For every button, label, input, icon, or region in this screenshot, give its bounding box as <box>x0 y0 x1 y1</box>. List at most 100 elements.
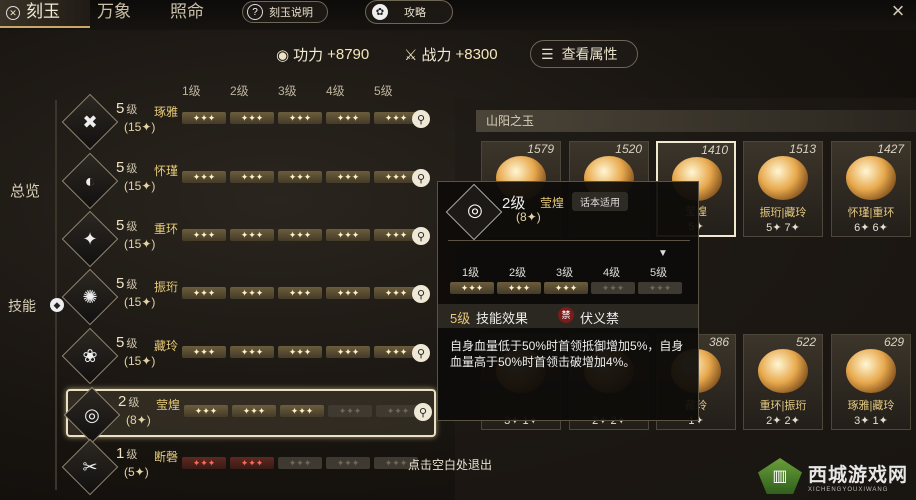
level-segment: ✦✦✦ <box>230 112 274 124</box>
level-segment: ✦✦✦ <box>182 171 226 183</box>
view-attributes-button[interactable]: ☰ 查看属性 <box>530 40 638 68</box>
skill-gem: ◎ <box>63 386 121 444</box>
level-segment: ✦✦✦ <box>326 229 370 241</box>
level-segment: ✦✦✦ <box>326 346 370 358</box>
gear-icon[interactable]: ✕ <box>6 6 20 20</box>
skill-icon: ✺ <box>82 286 98 307</box>
section-title: 山阳之玉 <box>476 110 916 132</box>
skill-level: 2级 <box>118 393 140 410</box>
skill-name: 振珩 <box>154 280 179 294</box>
help-button[interactable]: ? 刻玉说明 <box>242 1 328 23</box>
jade-power: 1513 <box>789 142 816 156</box>
search-icon[interactable]: ⚲ <box>412 285 430 303</box>
level-segment: ✦✦✦ <box>184 405 228 417</box>
jade-card[interactable]: 522 重环|振珩 2✦ 2✦ <box>743 334 823 430</box>
jade-orb <box>846 156 896 200</box>
popup-count: (8✦) <box>516 210 541 224</box>
top-bar <box>0 0 916 30</box>
close-button[interactable]: × <box>888 0 908 22</box>
jade-skill-count: 5✦ 7✦ <box>766 222 800 234</box>
skill-count: (15✦) <box>124 237 156 251</box>
effect-description: 自身血量低于50%时首领抵御增加5%，自身血量高于50%时首领击破增加4%。 <box>450 339 684 369</box>
skill-icon: ◐ <box>84 170 96 191</box>
skill-icon: ❀ <box>82 345 98 366</box>
popup-tag: 话本适用 <box>572 192 628 211</box>
skill-count: (15✦) <box>124 179 156 193</box>
list-icon: ☰ <box>541 45 554 62</box>
zhanli-icon: ⚔ <box>404 46 418 64</box>
level-segment: ✦✦✦ <box>182 229 226 241</box>
skill-row[interactable]: ✺ 5 级振珩 (15✦) ✦✦✦ ✦✦✦ ✦✦✦ ✦✦✦ ✦✦✦ ⚲ <box>61 268 436 326</box>
watermark-logo: ▥ <box>757 458 802 494</box>
skill-gem: ✂ <box>61 438 119 496</box>
jade-power: 1410 <box>701 143 728 157</box>
skill-row[interactable]: ✂ 1 级断磬 (5✦) ✦✦✦ ✦✦✦ ✦✦✦ ✦✦✦ ✦✦✦ <box>61 438 436 496</box>
gongli-icon: ◉ <box>276 46 290 64</box>
tab-keyu[interactable]: 刻玉 <box>26 0 60 26</box>
level-header: 1级 2级 3级 4级 5级 <box>0 82 440 98</box>
tab-zhaoming[interactable]: 照命 <box>170 0 204 26</box>
level-segment: ✦✦✦ <box>278 346 322 358</box>
jade-orb <box>846 349 896 393</box>
skill-popup[interactable]: ◎ 2级 莹煌 话本适用 (8✦) ▼ 5级 技能效果 禁 伏义禁 自身血量低于… <box>437 181 699 421</box>
sidebar-overview[interactable]: 总览 <box>10 180 40 201</box>
skill-icon: ✂ <box>82 456 98 477</box>
level-segment: ✦✦✦ <box>278 287 322 299</box>
jade-orb <box>758 156 808 200</box>
skill-name: 琢雅 <box>154 105 179 119</box>
search-icon[interactable]: ⚲ <box>414 403 432 421</box>
skill-name: 莹煌 <box>156 398 181 412</box>
jade-skill-name: 怀瑾|重环 <box>847 207 895 219</box>
jade-card[interactable]: 629 琢雅|藏玲 3✦ 1✦ <box>831 334 911 430</box>
exit-hint[interactable]: 点击空白处退出 <box>408 456 492 473</box>
level-segment: ✦✦✦ <box>230 346 274 358</box>
skill-row[interactable]: ❀ 5 级藏玲 (15✦) ✦✦✦ ✦✦✦ ✦✦✦ ✦✦✦ ✦✦✦ ⚲ <box>61 327 436 385</box>
jade-card[interactable]: 1513 振珩|藏玲 5✦ 7✦ <box>743 141 823 237</box>
gongli-stat: ◉ 功力 +8790 <box>276 46 370 64</box>
search-icon[interactable]: ⚲ <box>412 169 430 187</box>
jade-card[interactable]: 1427 怀瑾|重环 6✦ 6✦ <box>831 141 911 237</box>
ban-label: 伏义禁 <box>580 311 620 326</box>
jade-power: 1579 <box>527 142 554 156</box>
divider <box>448 240 690 241</box>
question-icon: ? <box>247 4 263 20</box>
popup-level-label: 2级 <box>509 267 527 279</box>
jade-skill-count: 3✦ 1✦ <box>854 415 888 427</box>
skill-row[interactable]: ◎ 2 级莹煌 (8✦) ✦✦✦ ✦✦✦ ✦✦✦ ✦✦✦ ✦✦✦ ⚲ <box>63 386 436 444</box>
guide-button[interactable]: ✿ 攻略 <box>365 0 453 24</box>
skill-gem: ✦ <box>61 210 119 268</box>
jade-power: 386 <box>708 335 729 349</box>
level-pointer-icon: ▼ <box>658 248 668 259</box>
skill-icon: ✦ <box>82 228 98 249</box>
level-segment: ✦✦✦ <box>278 229 322 241</box>
popup-level-segment: ✦✦✦ <box>450 282 494 294</box>
sidebar-skill[interactable]: 技能 <box>8 296 36 316</box>
skill-gem: ❀ <box>61 327 119 385</box>
effect-level: 5级 <box>450 311 471 326</box>
search-icon[interactable]: ⚲ <box>412 227 430 245</box>
level-segment: ✦✦✦ <box>326 171 370 183</box>
skill-level: 1级 <box>116 445 138 462</box>
popup-level-label: 1级 <box>462 267 480 279</box>
skill-count: (15✦) <box>124 120 156 134</box>
tab-wanxiang[interactable]: 万象 <box>97 0 131 26</box>
zhanli-stat: ⚔ 战力 +8300 <box>404 46 498 64</box>
skill-level: 5级 <box>116 159 138 176</box>
level-header-label: 2级 <box>230 84 249 98</box>
level-segment: ✦✦✦ <box>326 457 370 469</box>
level-segment: ✦✦✦ <box>326 112 370 124</box>
skill-row[interactable]: ◐ 5 级怀瑾 (15✦) ✦✦✦ ✦✦✦ ✦✦✦ ✦✦✦ ✦✦✦ ⚲ <box>61 152 436 210</box>
skill-row[interactable]: ✖ 5 级琢雅 (15✦) ✦✦✦ ✦✦✦ ✦✦✦ ✦✦✦ ✦✦✦ ⚲ <box>61 93 436 151</box>
skill-level: 5级 <box>116 217 138 234</box>
jade-skill-name: 重环|振珩 <box>759 400 807 412</box>
level-header-label: 5级 <box>374 84 393 98</box>
search-icon[interactable]: ⚲ <box>412 110 430 128</box>
skill-row[interactable]: ✦ 5 级重环 (15✦) ✦✦✦ ✦✦✦ ✦✦✦ ✦✦✦ ✦✦✦ ⚲ <box>61 210 436 268</box>
level-segment: ✦✦✦ <box>182 457 226 469</box>
watermark-text: 西城游戏网 <box>807 464 908 486</box>
search-icon[interactable]: ⚲ <box>412 344 430 362</box>
skill-level: 5级 <box>116 275 138 292</box>
level-segment: ✦✦✦ <box>230 171 274 183</box>
popup-level-segment: ✦✦✦ <box>544 282 588 294</box>
popup-level-segment: ✦✦✦ <box>591 282 635 294</box>
